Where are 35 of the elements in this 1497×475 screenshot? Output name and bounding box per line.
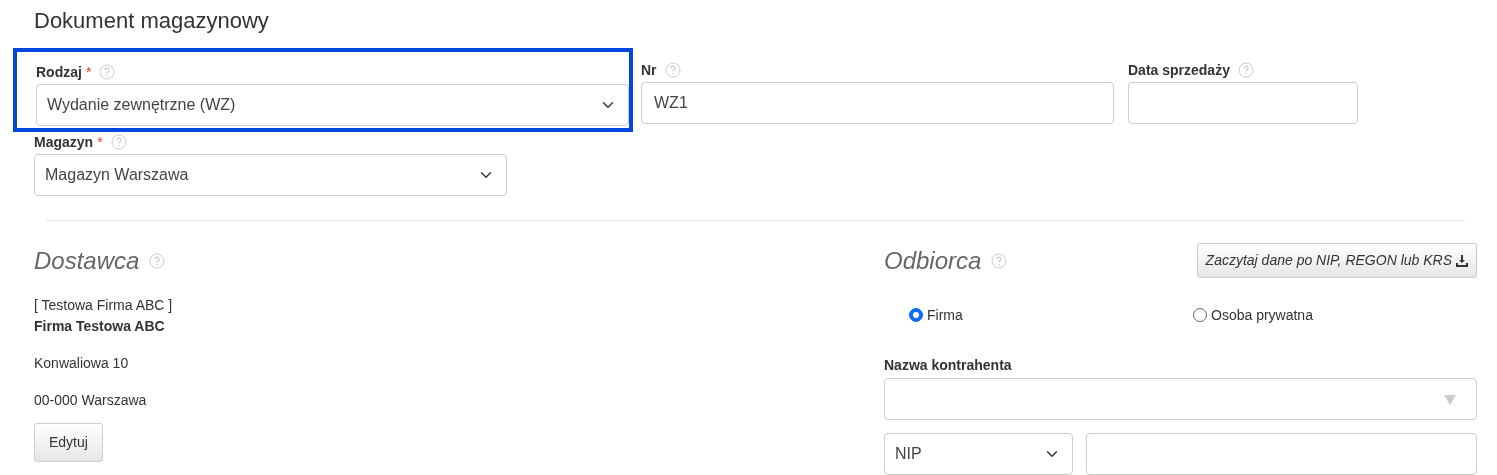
radio-button[interactable] xyxy=(1193,308,1207,323)
help-icon[interactable] xyxy=(664,62,681,79)
address-line: Konwaliowa 10 xyxy=(34,354,130,374)
edit-button[interactable]: Edytuj xyxy=(34,423,103,463)
input-field[interactable] xyxy=(1086,433,1477,475)
field-label: Nazwa kontrahenta xyxy=(884,356,1013,376)
help-icon[interactable] xyxy=(110,134,127,151)
company-short-name: [ Testowa Firma ABC ] xyxy=(34,296,174,316)
required-mark: * xyxy=(97,132,103,152)
dropdown-arrow-icon[interactable] xyxy=(1444,395,1456,406)
text-area[interactable] xyxy=(884,378,1477,421)
fetch-data-button[interactable]: Zaczytaj dane po NIP, REGON lub KRS xyxy=(1196,243,1477,279)
address-line: 00-000 Warszawa xyxy=(34,391,148,411)
input-field[interactable]: WZ1 xyxy=(641,82,1114,125)
select-field[interactable]: Wydanie zewnętrzne (WZ) xyxy=(36,84,629,127)
radio-button[interactable] xyxy=(909,308,923,323)
company-name: Firma Testowa ABC xyxy=(34,317,166,337)
page-title: Dokument magazynowy xyxy=(34,8,270,35)
field-label: Nr xyxy=(641,60,657,80)
help-icon[interactable] xyxy=(991,253,1008,270)
field-label: Data sprzedaży xyxy=(1128,60,1230,80)
help-icon[interactable] xyxy=(149,253,166,270)
help-icon[interactable] xyxy=(1237,62,1254,79)
field-label: Rodzaj xyxy=(36,62,82,82)
select-field[interactable]: NIP xyxy=(884,433,1073,475)
help-icon[interactable] xyxy=(99,64,116,81)
input-field[interactable] xyxy=(1128,82,1358,125)
section-heading: Odbiorca xyxy=(884,246,982,277)
section-heading: Dostawca xyxy=(34,246,140,277)
download-icon xyxy=(1456,254,1468,267)
radio-label[interactable]: Firma xyxy=(927,304,963,326)
required-mark: * xyxy=(85,62,92,82)
radio-label[interactable]: Osoba prywatna xyxy=(1211,304,1313,326)
select-field[interactable]: Magazyn Warszawa xyxy=(34,154,507,197)
field-label: Magazyn xyxy=(34,132,94,152)
